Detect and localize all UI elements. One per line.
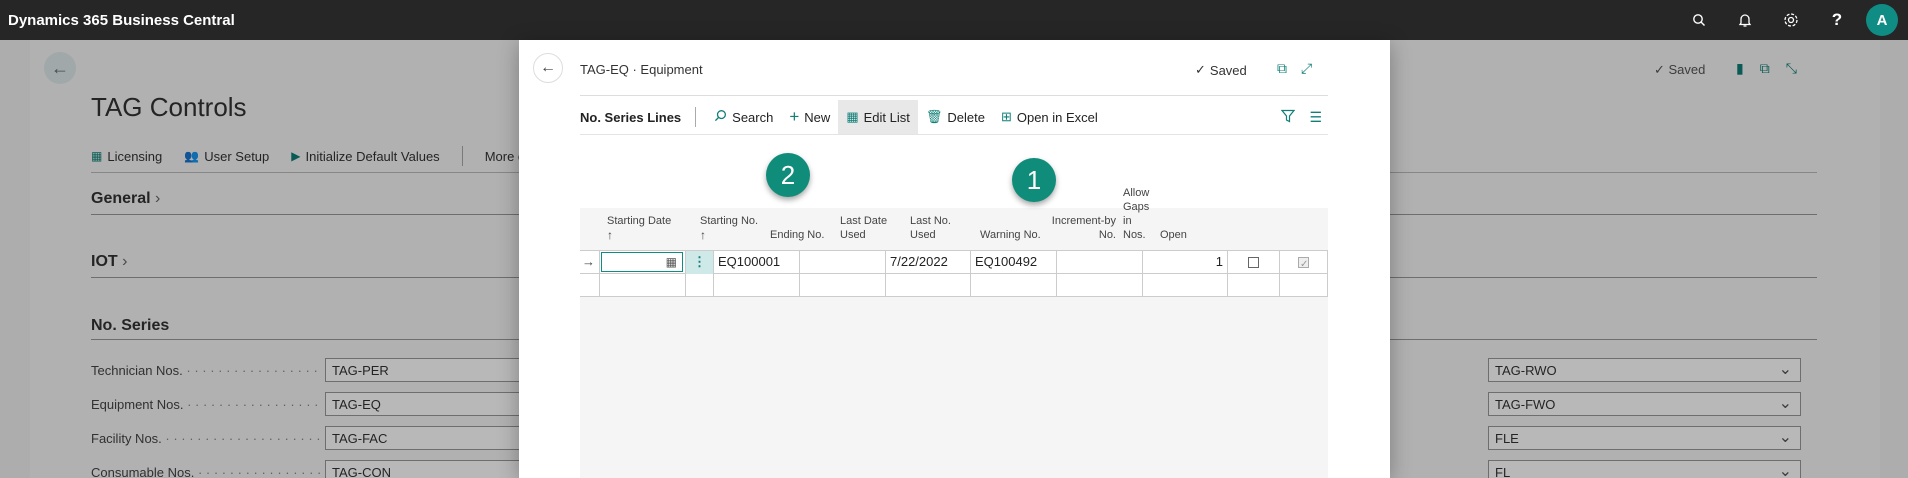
warning-no-cell[interactable] — [1057, 251, 1143, 274]
app-title[interactable]: Dynamics 365 Business Central — [0, 12, 235, 29]
column-label: Warning No. — [980, 229, 1041, 241]
top-app-bar: Dynamics 365 Business Central ? A — [0, 0, 1908, 40]
column-label: Open — [1160, 229, 1187, 241]
allow-gaps-checkbox-cell — [1228, 251, 1280, 274]
sort-up-icon: ↑ — [700, 228, 706, 242]
col-ending-no[interactable]: Ending No. — [770, 228, 824, 242]
col-allow-gaps[interactable]: Allow Gaps in Nos. — [1123, 186, 1155, 242]
callout-badge-2: 2 — [766, 153, 810, 197]
gear-icon[interactable] — [1768, 0, 1814, 40]
col-starting-no[interactable]: Starting No. ↑ — [700, 214, 760, 242]
callout-badge-1: 1 — [1012, 158, 1056, 202]
table-row[interactable]: → ▦ ⋮ EQ100001 7/22/2022 EQ100492 1 — [580, 251, 1328, 274]
last-no-used-cell[interactable]: EQ100492 — [971, 251, 1057, 274]
row-actions-cell — [686, 274, 714, 297]
grid-headers: Starting Date ↑ Starting No. ↑ Ending No. … — [580, 140, 1328, 250]
last-no-used-cell[interactable] — [971, 274, 1057, 297]
open-checkbox-cell — [1280, 251, 1328, 274]
allow-gaps-cell[interactable] — [1228, 274, 1280, 297]
ending-no-cell[interactable] — [800, 274, 886, 297]
starting-date-cell[interactable]: ▦ — [600, 251, 686, 274]
column-label: Allow Gaps in Nos. — [1123, 187, 1150, 241]
row-actions-icon[interactable]: ⋮ — [686, 251, 714, 274]
search-icon[interactable] — [1676, 0, 1722, 40]
col-warning-no[interactable]: Warning No. — [980, 228, 1041, 242]
column-label: Ending No. — [770, 229, 825, 241]
increment-by-cell[interactable] — [1143, 274, 1228, 297]
col-open[interactable]: Open — [1160, 228, 1187, 242]
starting-no-cell[interactable]: EQ100001 — [714, 251, 800, 274]
column-label: Increment-by No. — [1051, 215, 1116, 241]
column-label: Last Date Used — [840, 215, 888, 241]
last-date-used-cell[interactable] — [886, 274, 971, 297]
col-increment-by[interactable]: Increment-by No. — [1050, 214, 1116, 242]
col-starting-date[interactable]: Starting Date ↑ — [607, 214, 671, 242]
column-label: Last No. Used — [910, 215, 951, 241]
open-cell[interactable] — [1280, 274, 1328, 297]
row-indicator-arrow-icon: → — [580, 251, 600, 274]
bell-icon[interactable] — [1722, 0, 1768, 40]
warning-no-cell[interactable] — [1057, 274, 1143, 297]
topbar-icons: ? A — [1676, 0, 1898, 40]
increment-by-cell[interactable]: 1 — [1143, 251, 1228, 274]
grid-container: Starting Date ↑ Starting No. ↑ Ending No. … — [519, 40, 1390, 478]
row-indicator — [580, 274, 600, 297]
avatar[interactable]: A — [1866, 4, 1898, 36]
ending-no-cell[interactable] — [800, 251, 886, 274]
col-last-date-used[interactable]: Last Date Used — [840, 214, 890, 242]
column-label: Starting No. — [700, 215, 759, 227]
calendar-icon[interactable]: ▦ — [666, 251, 677, 273]
sort-up-icon: ↑ — [607, 228, 613, 242]
column-label: Starting Date — [607, 215, 672, 227]
starting-no-cell[interactable] — [714, 274, 800, 297]
col-last-no-used[interactable]: Last No. Used — [910, 214, 956, 242]
starting-date-cell[interactable] — [600, 274, 686, 297]
last-date-used-cell[interactable]: 7/22/2022 — [886, 251, 971, 274]
help-icon[interactable]: ? — [1814, 0, 1860, 40]
table-row-empty[interactable] — [580, 274, 1328, 297]
open-checkbox[interactable] — [1298, 254, 1309, 274]
allow-gaps-checkbox[interactable] — [1248, 257, 1259, 269]
